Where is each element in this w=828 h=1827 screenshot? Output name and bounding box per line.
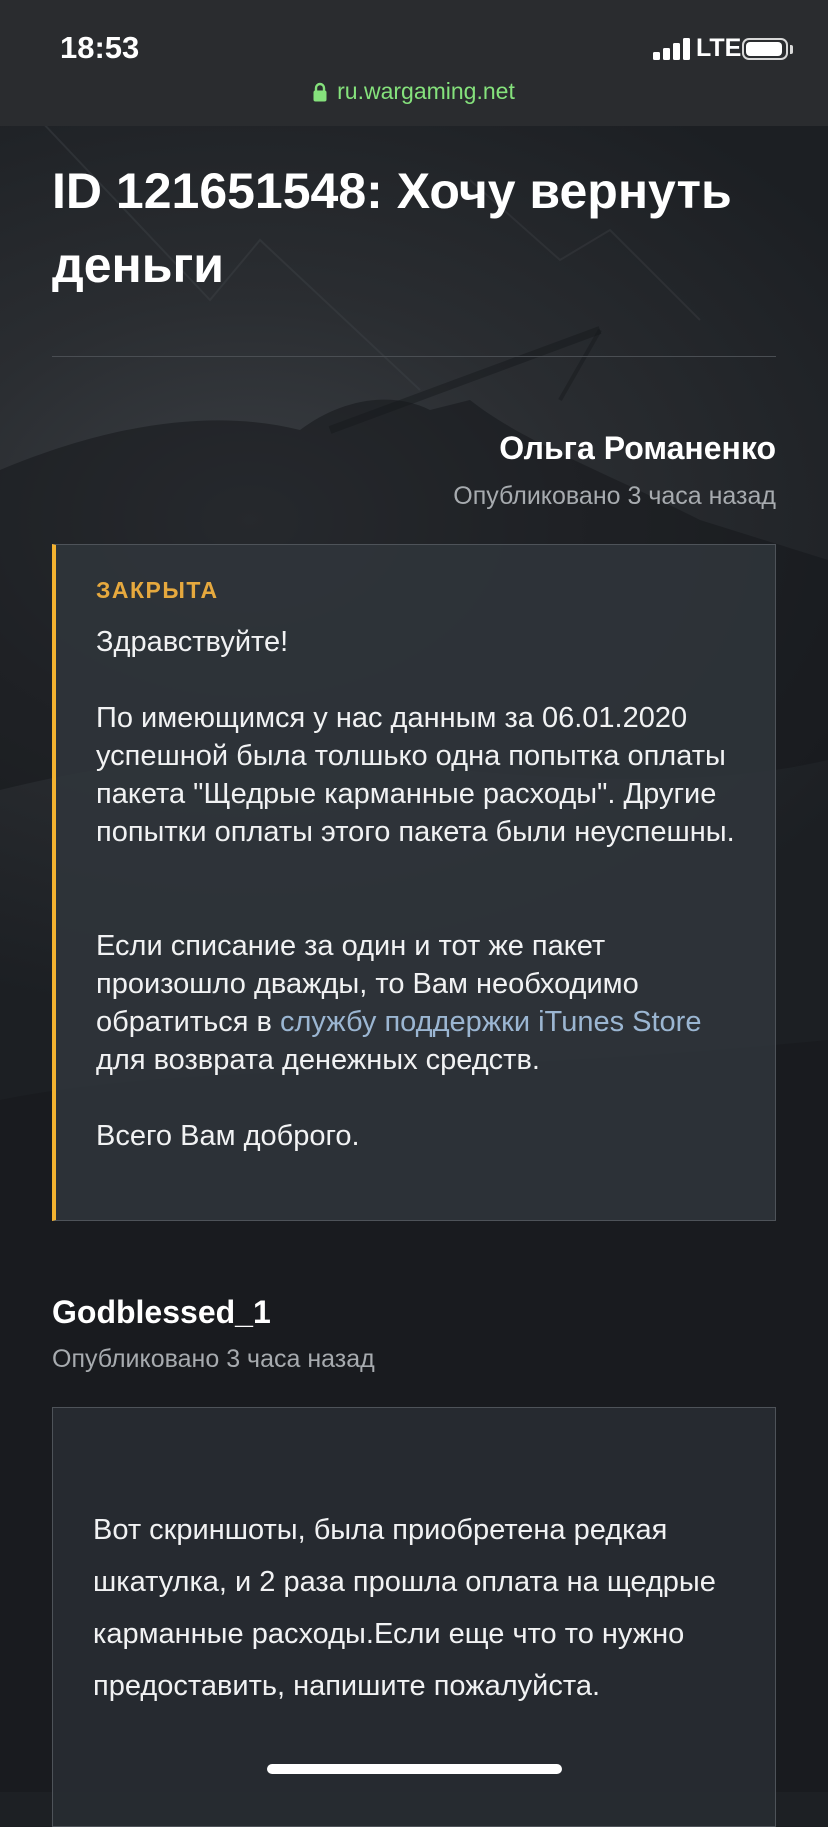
ticket-status-badge: ЗАКРЫТА	[96, 577, 219, 603]
home-indicator[interactable]	[267, 1764, 562, 1774]
battery-level-fill	[746, 42, 782, 56]
reply-paragraph-2-tail: для возврата денежных средств.	[96, 1044, 540, 1076]
user-author-name: Godblessed_1	[52, 1294, 271, 1330]
ticket-title: ID 121651548: Хочу вернуть деньги	[52, 163, 732, 293]
network-type: LTE	[696, 34, 742, 62]
reply-paragraph-1: По имеющимся у нас данным за 06.01.2020 …	[96, 702, 735, 848]
address-bar[interactable]: ru.wargaming.net	[0, 78, 828, 105]
ticket-page[interactable]: ID 121651548: Хочу вернуть деньги Ольга …	[0, 0, 828, 1827]
status-bar: 18:53 LTE ru.wargaming.net	[0, 0, 828, 126]
reply-closing: Всего Вам доброго.	[96, 1120, 360, 1152]
title-divider	[52, 356, 776, 357]
battery-tip	[790, 45, 793, 54]
support-author-name: Ольга Романенко	[499, 430, 776, 466]
user-post-timestamp: Опубликовано 3 часа назад	[52, 1345, 375, 1373]
url-text: ru.wargaming.net	[337, 78, 515, 104]
status-time: 18:53	[60, 30, 140, 65]
user-post-text: Вот скриншоты, была приобретена редкая ш…	[93, 1514, 716, 1702]
battery-icon	[742, 38, 788, 60]
lock-icon	[313, 82, 327, 102]
reply-paragraph-2: Если списание за один и тот же пакет про…	[96, 927, 736, 1079]
reply-greeting: Здравствуйте!	[96, 626, 289, 658]
cellular-signal-icon	[653, 38, 691, 60]
support-reply-box: ЗАКРЫТА Здравствуйте! По имеющимся у нас…	[52, 544, 776, 1221]
support-post-timestamp: Опубликовано 3 часа назад	[453, 482, 776, 510]
itunes-support-link[interactable]: службу поддержки iTunes Store	[280, 1006, 701, 1038]
